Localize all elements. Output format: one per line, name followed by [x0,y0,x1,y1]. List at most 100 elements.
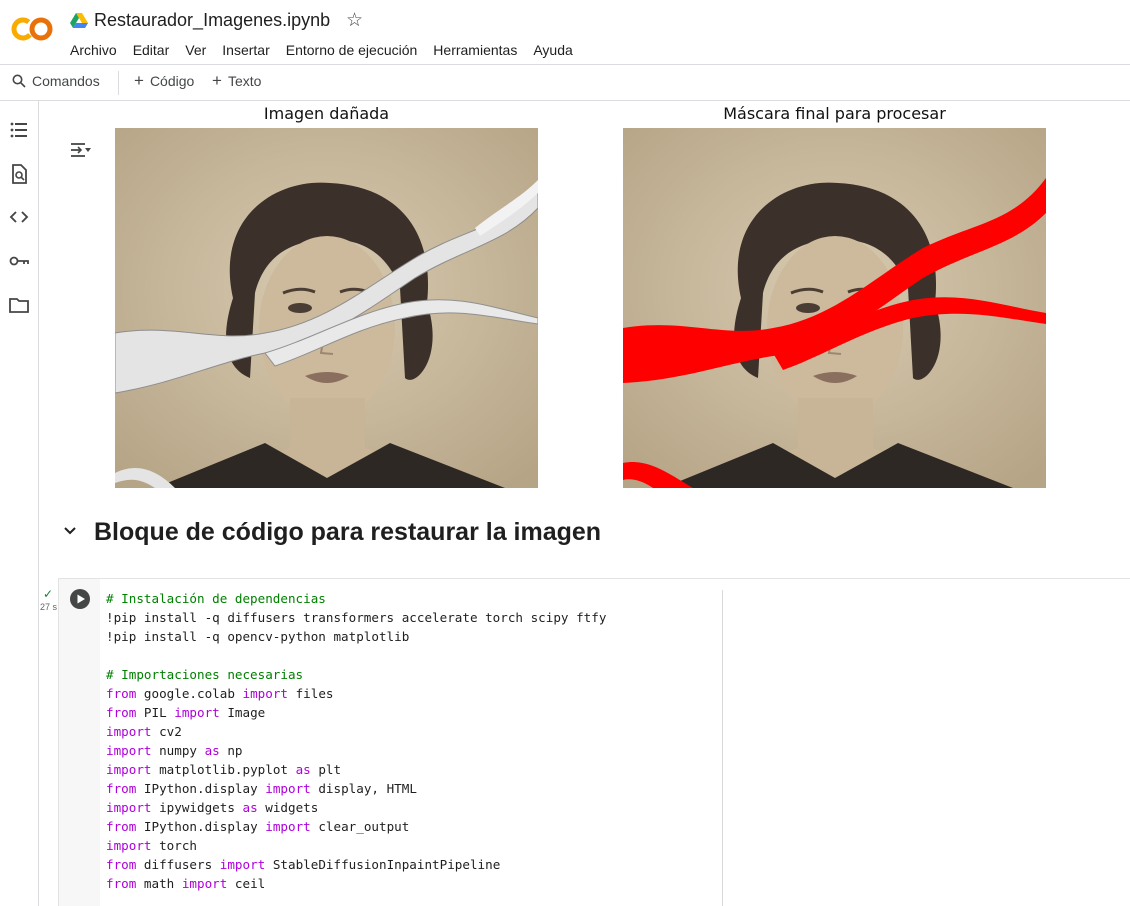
code-token: import [265,781,311,796]
app-header: Restaurador_Imagenes.ipynb ☆ Archivo Edi… [0,0,1130,64]
code-token: import [242,686,289,701]
damaged-image-title: Imagen dañada [263,104,390,123]
code-token: from [106,876,137,891]
code-line: import cv2 [106,722,182,741]
add-code-button[interactable]: + Código [134,71,195,90]
mask-image-title: Máscara final para procesar [723,104,946,123]
colab-logo[interactable] [10,14,54,44]
code-token: torch [151,838,197,853]
code-line: from math import ceil [106,874,265,893]
code-token: matplotlib.pyplot [151,762,296,777]
code-token: # Instalación de dependencias [106,591,326,606]
code-token: ceil [227,876,266,891]
code-token: numpy [151,743,205,758]
code-line: !pip install -q diffusers transformers a… [106,608,606,627]
code-token: import [106,724,152,739]
code-line: import ipywidgets as widgets [106,798,318,817]
commands-button[interactable]: Comandos [12,73,100,89]
section-collapse-chevron-icon[interactable] [62,523,78,539]
code-ruler [722,590,723,906]
code-token: google.colab [136,686,243,701]
code-line: from IPython.display import display, HTM… [106,779,417,798]
commands-label: Comandos [32,73,100,89]
code-snippets-icon[interactable] [8,206,30,228]
notebook-toolbar: Comandos + Código + Texto [0,64,1130,101]
code-token: IPython.display [136,819,266,834]
plus-icon: + [134,71,144,90]
code-token: as [295,762,311,777]
find-replace-icon[interactable] [8,163,30,185]
code-token: Image [219,705,266,720]
code-line: from diffusers import StableDiffusionInp… [106,855,500,874]
code-token: plt [310,762,342,777]
code-token: cv2 [151,724,182,739]
secrets-key-icon[interactable] [8,250,30,272]
code-token: display, HTML [310,781,417,796]
code-token: !pip install -q opencv-python matplotlib [106,629,410,644]
menu-insertar[interactable]: Insertar [214,40,277,60]
code-token: IPython.display [136,781,266,796]
add-text-label: Texto [227,73,262,89]
code-token: import [106,800,152,815]
toolbar-divider [118,71,119,95]
mask-image [623,128,1046,488]
notebook-title[interactable]: Restaurador_Imagenes.ipynb [94,10,330,31]
code-token: from [106,819,137,834]
code-token: from [106,705,137,720]
files-folder-icon[interactable] [8,294,30,316]
code-line: from PIL import Image [106,703,265,722]
menu-ayuda[interactable]: Ayuda [525,40,580,60]
code-token: StableDiffusionInpaintPipeline [265,857,501,872]
code-token: import [106,762,152,777]
code-line: # Instalación de dependencias [106,589,326,608]
code-line: # Importaciones necesarias [106,665,303,684]
code-token: files [288,686,334,701]
code-token: import [106,743,152,758]
code-line: !pip install -q opencv-python matplotlib [106,627,409,646]
code-token: import [219,857,266,872]
left-sidebar [0,101,39,906]
code-token: as [204,743,220,758]
code-token: import [106,838,152,853]
code-token: from [106,857,137,872]
google-drive-icon[interactable] [70,13,88,29]
code-token: widgets [257,800,319,815]
menu-herramientas[interactable]: Herramientas [425,40,525,60]
code-token: math [136,876,182,891]
code-token: clear_output [310,819,410,834]
star-icon[interactable]: ☆ [346,10,363,32]
code-line: import torch [106,836,197,855]
menu-ver[interactable]: Ver [177,40,214,60]
code-line: import numpy as np [106,741,243,760]
code-token: as [242,800,258,815]
menu-editar[interactable]: Editar [125,40,178,60]
code-token: import [174,705,220,720]
code-token: np [219,743,243,758]
code-token: PIL [136,705,175,720]
execution-time: 27 s [40,602,58,612]
code-token: diffusers [136,857,220,872]
code-line: import matplotlib.pyplot as plt [106,760,341,779]
code-token: # Importaciones necesarias [106,667,304,682]
code-line: from IPython.display import clear_output [106,817,409,836]
damaged-image [115,128,538,488]
execution-status-icon: ✓ [43,587,54,601]
code-line: from google.colab import files [106,684,334,703]
code-token: from [106,781,137,796]
menu-entorno-de-ejecucion[interactable]: Entorno de ejecución [278,40,426,60]
add-text-button[interactable]: + Texto [212,71,262,90]
search-icon [12,74,26,88]
code-token: import [181,876,228,891]
menu-archivo[interactable]: Archivo [62,40,125,60]
code-token: import [265,819,311,834]
code-token: ipywidgets [151,800,243,815]
add-code-label: Código [149,73,195,89]
menu-bar: Archivo Editar Ver Insertar Entorno de e… [62,40,581,60]
code-token: !pip install -q diffusers transformers a… [106,610,607,625]
section-heading: Bloque de código para restaurar la image… [94,518,602,546]
run-cell-button[interactable] [69,588,91,610]
table-of-contents-icon[interactable] [8,119,30,141]
output-collapse-icon[interactable] [69,140,91,160]
code-token: from [106,686,137,701]
plus-icon: + [212,71,222,90]
